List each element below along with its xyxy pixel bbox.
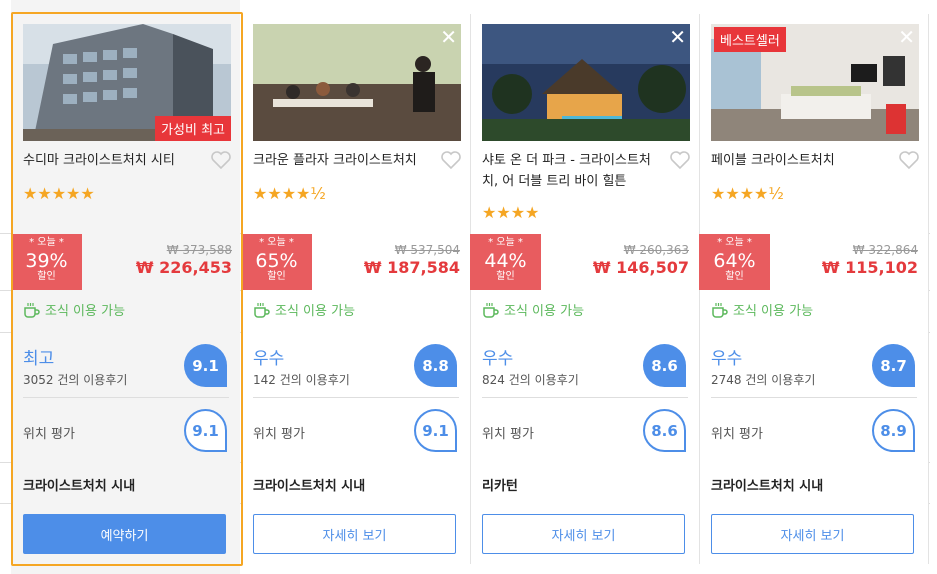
coffee-icon: [24, 302, 40, 318]
book-button[interactable]: 예약하기: [23, 514, 226, 554]
details-button[interactable]: 자세히 보기: [482, 514, 685, 554]
hotel-card-2-details: * 오늘 * 65% 할인 ₩ 537,504 ₩ 187,584 조식 이용 …: [241, 0, 470, 574]
divider: [482, 397, 688, 398]
area-name: 크라이스트처치 시내: [711, 479, 824, 494]
breakfast-label: 조식 이용 가능: [45, 304, 126, 319]
discount-percent: 64%: [713, 250, 756, 272]
coffee-icon: [712, 302, 728, 318]
location-label: 위치 평가: [23, 427, 75, 442]
original-price: ₩ 260,363: [623, 243, 689, 257]
location-score: 9.1: [184, 409, 227, 452]
deal-badge: * 오늘 * 39% 할인: [11, 234, 82, 290]
discount-percent: 44%: [484, 250, 527, 272]
hotel-card-1-details: * 오늘 * 39% 할인 ₩ 373,588 ₩ 226,453 조식 이용 …: [11, 0, 242, 574]
review-score: 9.1: [184, 344, 227, 387]
discount-label: 할인: [267, 271, 286, 282]
deal-label: * 오늘 *: [259, 237, 294, 248]
rating-label: 우수: [482, 349, 514, 369]
breakfast-info: 조식 이용 가능: [23, 300, 125, 319]
hotel-card-3-details: * 오늘 * 44% 할인 ₩ 260,363 ₩ 146,507 조식 이용 …: [470, 0, 699, 574]
divider: [23, 397, 229, 398]
deal-badge: * 오늘 * 64% 할인: [699, 234, 770, 290]
review-score: 8.8: [414, 344, 457, 387]
location-label: 위치 평가: [253, 427, 305, 442]
divider: [253, 397, 459, 398]
column-divider: [928, 14, 929, 564]
review-count[interactable]: 824 건의 이용후기: [482, 371, 579, 388]
discount-label: 할인: [725, 271, 744, 282]
area-name: 리카턴: [482, 479, 518, 494]
location-score: 8.6: [643, 409, 686, 452]
review-score: 8.7: [872, 344, 915, 387]
coffee-icon: [254, 302, 270, 318]
details-button[interactable]: 자세히 보기: [711, 514, 914, 554]
breakfast-label: 조식 이용 가능: [504, 304, 585, 319]
deal-badge: * 오늘 * 44% 할인: [470, 234, 541, 290]
hotel-comparison-grid: 가성비 최고 수디마 크라이스트처치 시티 ★★★★★ ✕ 크라운 플라자 크라…: [0, 0, 937, 574]
coffee-icon: [483, 302, 499, 318]
original-price: ₩ 322,864: [852, 243, 918, 257]
area-name: 크라이스트처치 시내: [23, 479, 136, 494]
discount-percent: 39%: [25, 250, 68, 272]
breakfast-info: 조식 이용 가능: [482, 300, 584, 319]
deal-label: * 오늘 *: [29, 237, 64, 248]
discount-percent: 65%: [255, 250, 298, 272]
review-count[interactable]: 142 건의 이용후기: [253, 371, 350, 388]
breakfast-label: 조식 이용 가능: [275, 304, 356, 319]
review-count[interactable]: 3052 건의 이용후기: [23, 371, 127, 388]
location-label: 위치 평가: [711, 427, 763, 442]
review-score: 8.6: [643, 344, 686, 387]
original-price: ₩ 537,504: [394, 243, 460, 257]
location-score: 9.1: [414, 409, 457, 452]
price[interactable]: ₩ 187,584: [364, 258, 460, 277]
breakfast-info: 조식 이용 가능: [253, 300, 355, 319]
details-button[interactable]: 자세히 보기: [253, 514, 456, 554]
discount-label: 할인: [37, 271, 56, 282]
deal-badge: * 오늘 * 65% 할인: [241, 234, 312, 290]
rating-label: 우수: [253, 349, 285, 369]
location-score: 8.9: [872, 409, 915, 452]
hotel-card-4-details: * 오늘 * 64% 할인 ₩ 322,864 ₩ 115,102 조식 이용 …: [699, 0, 928, 574]
price[interactable]: ₩ 146,507: [593, 258, 689, 277]
divider: [711, 397, 917, 398]
rating-label: 최고: [23, 349, 55, 369]
breakfast-info: 조식 이용 가능: [711, 300, 813, 319]
breakfast-label: 조식 이용 가능: [733, 304, 814, 319]
rating-label: 우수: [711, 349, 743, 369]
discount-label: 할인: [496, 271, 515, 282]
price[interactable]: ₩ 115,102: [822, 258, 918, 277]
location-label: 위치 평가: [482, 427, 534, 442]
original-price: ₩ 373,588: [166, 243, 232, 257]
price[interactable]: ₩ 226,453: [136, 258, 232, 277]
deal-label: * 오늘 *: [717, 237, 752, 248]
review-count[interactable]: 2748 건의 이용후기: [711, 371, 815, 388]
area-name: 크라이스트처치 시내: [253, 479, 366, 494]
deal-label: * 오늘 *: [488, 237, 523, 248]
